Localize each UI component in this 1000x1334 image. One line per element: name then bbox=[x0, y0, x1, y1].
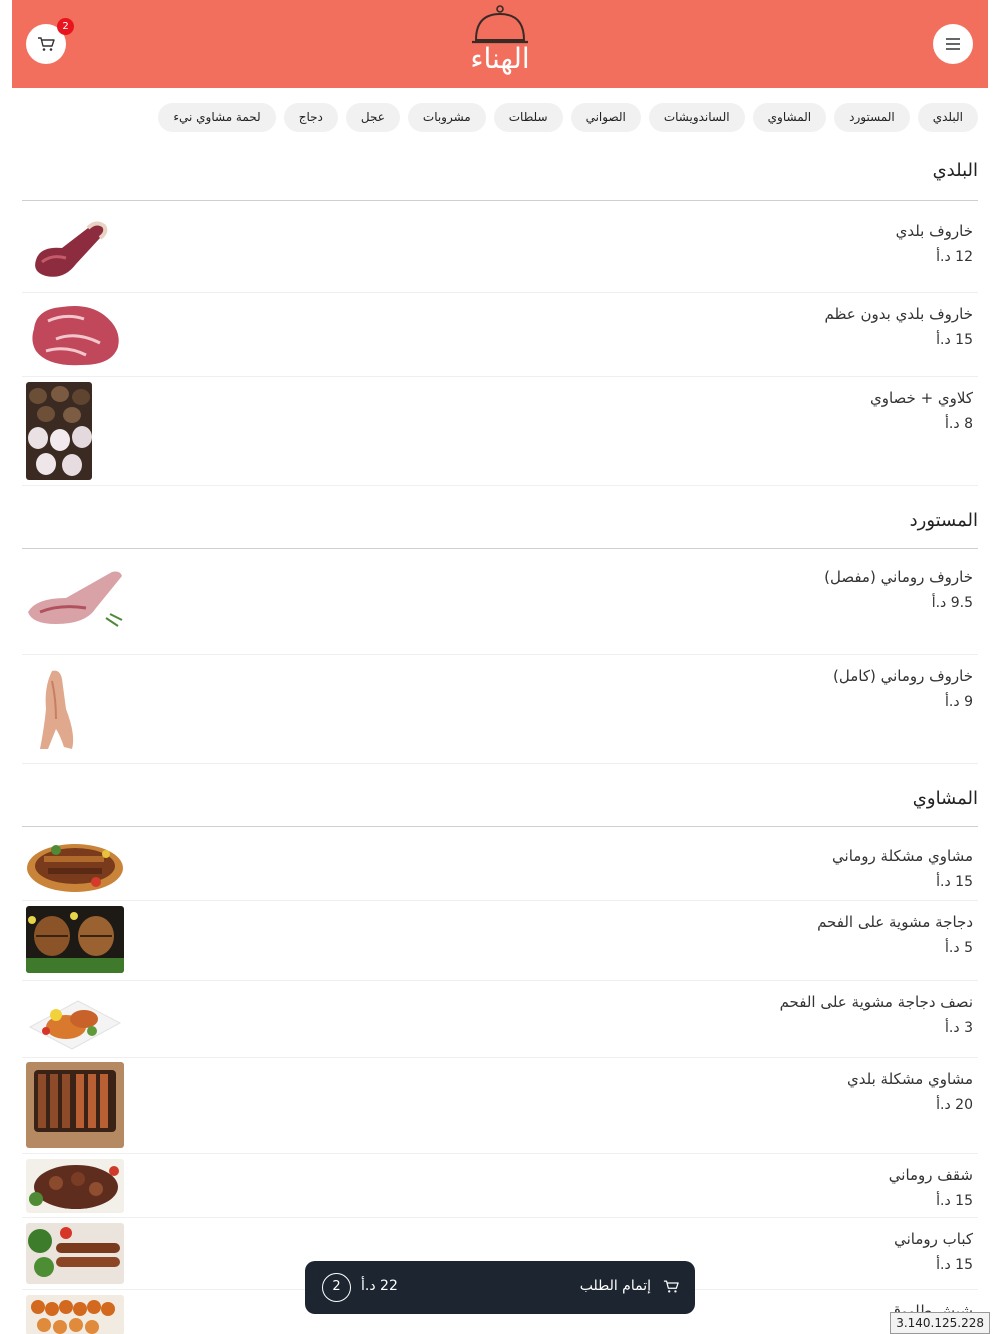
category-pill[interactable]: مشروبات bbox=[407, 103, 486, 132]
category-pill[interactable]: لحمة مشاوي نيء bbox=[158, 103, 276, 132]
item-image bbox=[28, 571, 123, 627]
category-pill[interactable]: المشاوي bbox=[752, 103, 827, 132]
cart-icon bbox=[663, 1280, 679, 1293]
section-divider bbox=[22, 548, 978, 549]
logo-text: الهناء bbox=[470, 42, 530, 75]
item-image bbox=[32, 306, 119, 366]
menu-item[interactable]: خاروف روماني (كامل) 9 د.أ bbox=[22, 655, 978, 764]
item-name: خاروف روماني (كامل) bbox=[833, 667, 973, 685]
item-name: شقف روماني bbox=[888, 1166, 973, 1184]
cart-count-badge: 2 bbox=[57, 18, 74, 35]
item-image bbox=[26, 906, 124, 973]
item-name: خاروف بلدي بدون عظم bbox=[824, 305, 973, 323]
cart-icon bbox=[38, 37, 55, 51]
item-name: كلاوي + خصاوي bbox=[869, 389, 973, 407]
item-image bbox=[27, 844, 123, 892]
menu-item[interactable]: خاروف بلدي 12 د.أ bbox=[22, 202, 978, 293]
hamburger-icon bbox=[946, 38, 960, 50]
item-image bbox=[26, 1062, 124, 1148]
category-pill[interactable]: المستورد bbox=[834, 103, 910, 132]
menu-item[interactable]: مشاوي مشكلة بلدي 20 د.أ bbox=[22, 1058, 978, 1154]
checkout-bar[interactable]: 2 22 د.أ إتمام الطلب bbox=[305, 1261, 695, 1314]
menu-item[interactable]: مشاوي مشكلة روماني 15 د.أ bbox=[22, 828, 978, 901]
item-price: 15 د.أ bbox=[936, 332, 973, 348]
checkout-count: 2 bbox=[322, 1273, 351, 1302]
item-price: 3 د.أ bbox=[945, 1020, 973, 1036]
item-price: 15 د.أ bbox=[936, 1257, 973, 1273]
menu-item[interactable]: خاروف بلدي بدون عظم 15 د.أ bbox=[22, 293, 978, 377]
item-name: نصف دجاجة مشوية على الفحم bbox=[779, 993, 973, 1011]
menu-item[interactable]: خاروف روماني (مفصل) 9.5 د.أ bbox=[22, 550, 978, 655]
category-pill[interactable]: سلطات bbox=[493, 103, 563, 132]
category-nav: البلدي المستورد المشاوي الساندويشات الصو… bbox=[158, 103, 978, 132]
item-image bbox=[28, 1000, 122, 1050]
item-image bbox=[40, 670, 74, 749]
item-image bbox=[26, 1295, 124, 1334]
item-price: 20 د.أ bbox=[936, 1097, 973, 1113]
category-pill[interactable]: عجل bbox=[345, 103, 400, 132]
category-pill[interactable]: دجاج bbox=[283, 103, 338, 132]
menu-item[interactable]: نصف دجاجة مشوية على الفحم 3 د.أ bbox=[22, 981, 978, 1058]
app-header: 2 الهناء bbox=[12, 0, 988, 88]
cloche-icon bbox=[472, 5, 528, 44]
item-name: مشاوي مشكلة روماني bbox=[832, 847, 973, 865]
category-pill[interactable]: البلدي bbox=[917, 103, 978, 132]
item-price: 12 د.أ bbox=[936, 249, 973, 265]
menu-item[interactable]: كلاوي + خصاوي 8 د.أ bbox=[22, 377, 978, 486]
item-image bbox=[26, 1159, 124, 1213]
item-name: خاروف بلدي bbox=[895, 222, 973, 240]
item-price: 5 د.أ bbox=[945, 940, 973, 956]
section-divider bbox=[22, 200, 978, 201]
checkout-label: إتمام الطلب bbox=[579, 1278, 651, 1294]
item-image bbox=[35, 221, 108, 277]
item-image bbox=[26, 382, 92, 480]
section-title: المستورد bbox=[909, 510, 978, 531]
item-price: 15 د.أ bbox=[936, 1193, 973, 1209]
item-price: 9 د.أ bbox=[945, 694, 973, 710]
item-name: دجاجة مشوية على الفحم bbox=[817, 913, 973, 931]
item-image bbox=[26, 1223, 124, 1284]
category-pill[interactable]: الساندويشات bbox=[648, 103, 745, 132]
menu-item[interactable]: دجاجة مشوية على الفحم 5 د.أ bbox=[22, 901, 978, 981]
section-title: المشاوي bbox=[912, 788, 978, 809]
cart-button[interactable]: 2 bbox=[26, 18, 74, 64]
section-divider bbox=[22, 826, 978, 827]
category-pill[interactable]: الصواني bbox=[570, 103, 641, 132]
item-name: خاروف روماني (مفصل) bbox=[824, 568, 973, 586]
menu-item[interactable]: شقف روماني 15 د.أ bbox=[22, 1154, 978, 1218]
ip-address-label: 3.140.125.228 bbox=[890, 1312, 990, 1334]
menu-button[interactable] bbox=[933, 24, 973, 64]
item-price: 9.5 د.أ bbox=[931, 595, 973, 611]
logo[interactable]: الهناء bbox=[444, 4, 556, 84]
section-title: البلدي bbox=[932, 160, 978, 181]
checkout-total: 22 د.أ bbox=[361, 1278, 398, 1294]
item-price: 15 د.أ bbox=[936, 874, 973, 890]
item-name: مشاوي مشكلة بلدي bbox=[847, 1070, 973, 1088]
item-price: 8 د.أ bbox=[945, 416, 973, 432]
item-name: كباب روماني bbox=[894, 1230, 973, 1248]
